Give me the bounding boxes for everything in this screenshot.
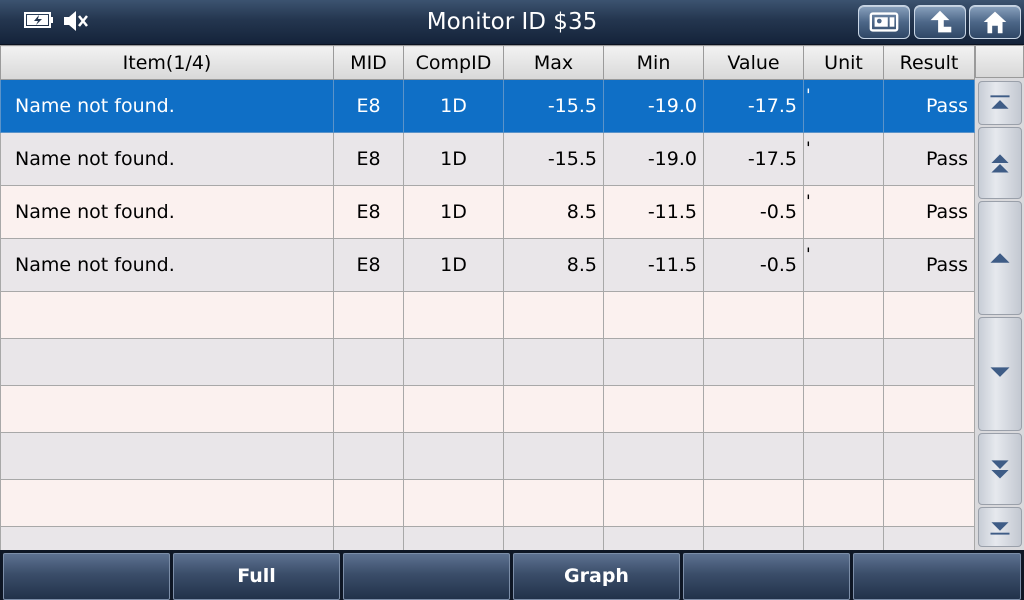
compid-cell: 1D [403,79,504,133]
empty-row [0,338,975,386]
max-cell: -15.5 [503,79,604,133]
item-cell: Name not found. [0,132,334,186]
value-cell: -17.5 [703,132,804,186]
column-header-mid[interactable]: MID [333,45,404,80]
scroll-header [975,45,1024,78]
result-cell: Pass [883,132,975,186]
full-button[interactable]: Full [173,553,340,600]
column-header-item[interactable]: Item(1/4) [0,45,334,80]
item-cell: Name not found. [0,185,334,239]
scroll-top-button[interactable] [978,81,1022,125]
unit-cell: ' [803,79,884,133]
home-button[interactable] [969,5,1021,39]
column-header-result[interactable]: Result [883,45,975,80]
max-cell: 8.5 [503,238,604,292]
page-up-icon [991,154,1009,173]
function-key-5[interactable] [683,553,850,600]
min-cell: -11.5 [603,185,704,239]
min-cell: -19.0 [603,79,704,133]
results-table: Item(1/4) MID CompID Max Min Value Unit … [0,45,975,574]
unit-cell: ' [803,185,884,239]
scroll-bottom-button[interactable] [978,507,1022,547]
table-row[interactable]: Name not found. E8 1D 8.5 -11.5 -0.5 ' P… [0,185,975,239]
mid-cell: E8 [333,79,404,133]
column-header-unit[interactable]: Unit [803,45,884,80]
compid-cell: 1D [403,132,504,186]
max-cell: -15.5 [503,132,604,186]
column-header-max[interactable]: Max [503,45,604,80]
function-bar: Full Graph [0,550,1024,600]
empty-row [0,385,975,433]
page-down-icon [991,460,1009,479]
mid-cell: E8 [333,185,404,239]
mid-cell: E8 [333,238,404,292]
min-cell: -11.5 [603,238,704,292]
scroll-top-icon [990,95,1010,109]
mid-cell: E8 [333,132,404,186]
empty-row [0,479,975,527]
value-cell: -0.5 [703,185,804,239]
line-up-button[interactable] [978,201,1022,315]
graph-button[interactable]: Graph [513,553,680,600]
function-key-6[interactable] [853,553,1021,600]
table-row[interactable]: Name not found. E8 1D -15.5 -19.0 -17.5 … [0,132,975,186]
item-cell: Name not found. [0,238,334,292]
table-row[interactable]: Name not found. E8 1D 8.5 -11.5 -0.5 ' P… [0,238,975,292]
result-cell: Pass [883,238,975,292]
back-button[interactable] [914,5,966,39]
table-header: Item(1/4) MID CompID Max Min Value Unit … [0,45,975,80]
column-header-min[interactable]: Min [603,45,704,80]
column-header-value[interactable]: Value [703,45,804,80]
table-row[interactable]: Name not found. E8 1D -15.5 -19.0 -17.5 … [0,79,975,133]
page-down-button[interactable] [978,433,1022,505]
empty-row [0,432,975,480]
line-down-button[interactable] [978,317,1022,431]
function-key-3[interactable] [343,553,510,600]
compid-cell: 1D [403,238,504,292]
unit-cell: ' [803,238,884,292]
unit-cell: ' [803,132,884,186]
report-icon [869,12,899,32]
back-icon [930,10,952,33]
results-table-area: Item(1/4) MID CompID Max Min Value Unit … [0,45,975,574]
title-bar: Monitor ID $35 [0,0,1024,45]
result-cell: Pass [883,79,975,133]
compid-cell: 1D [403,185,504,239]
line-up-icon [990,253,1010,263]
column-header-compid[interactable]: CompID [403,45,504,80]
empty-row [0,291,975,339]
home-icon [983,11,1007,34]
value-cell: -0.5 [703,238,804,292]
line-down-icon [990,367,1010,377]
scroll-panel [975,45,1024,550]
max-cell: 8.5 [503,185,604,239]
function-key-1[interactable] [3,553,170,600]
value-cell: -17.5 [703,79,804,133]
item-cell: Name not found. [0,79,334,133]
result-cell: Pass [883,185,975,239]
page-up-button[interactable] [978,127,1022,199]
report-button[interactable] [858,5,910,39]
scroll-bottom-icon [990,522,1010,535]
min-cell: -19.0 [603,132,704,186]
